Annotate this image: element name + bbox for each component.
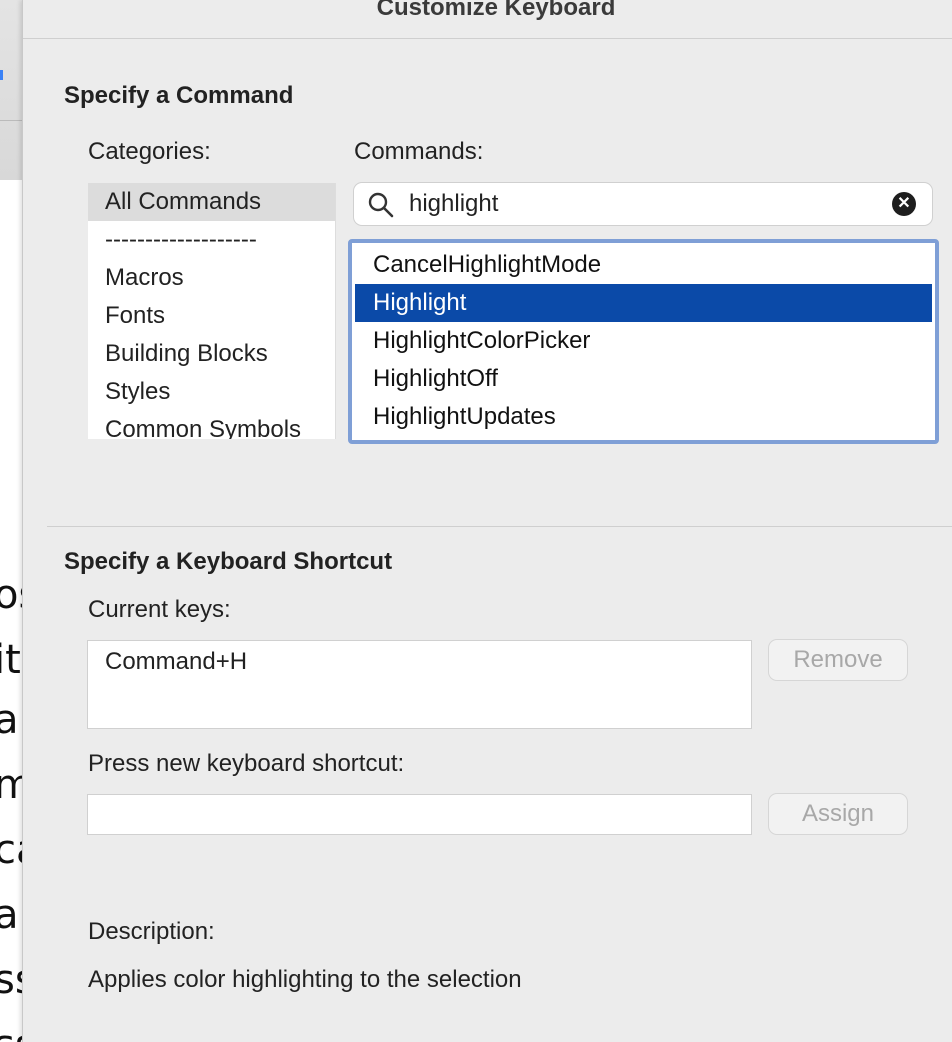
- command-item-selected[interactable]: Highlight: [355, 284, 932, 322]
- description-text: Applies color highlighting to the select…: [88, 966, 522, 993]
- categories-label: Categories:: [88, 138, 211, 165]
- doc-text-fragment: a: [0, 892, 19, 938]
- commands-list[interactable]: CancelHighlightMode Highlight HighlightC…: [348, 239, 939, 444]
- doc-text-fragment: m: [0, 762, 22, 808]
- doc-text-fragment: a: [0, 697, 19, 743]
- magnifier-icon: [368, 192, 394, 218]
- current-keys-label: Current keys:: [88, 596, 231, 623]
- command-item[interactable]: CancelHighlightMode: [355, 246, 932, 284]
- doc-text-fragment: ss: [0, 1025, 22, 1042]
- command-item[interactable]: HighlightOff: [355, 360, 932, 398]
- title-divider: [23, 38, 952, 39]
- commands-label: Commands:: [354, 138, 484, 165]
- doc-text-fragment: os: [0, 572, 22, 618]
- categories-list[interactable]: All Commands ------------------- Macros …: [88, 183, 336, 439]
- new-shortcut-input[interactable]: [88, 795, 751, 834]
- command-section-heading: Specify a Command: [64, 82, 294, 109]
- category-item-all-commands[interactable]: All Commands: [88, 183, 335, 221]
- category-item-styles[interactable]: Styles: [88, 373, 335, 411]
- command-item[interactable]: HighlightColorPicker: [355, 322, 932, 360]
- command-search-field[interactable]: highlight ✕: [354, 183, 932, 225]
- dialog-title: Customize Keyboard: [376, 0, 616, 21]
- background-document: os it a m ca a ss ss: [0, 0, 22, 1042]
- description-label: Description:: [88, 918, 215, 945]
- current-keys-list[interactable]: Command+H: [88, 641, 751, 728]
- category-item-common-symbols[interactable]: Common Symbols: [88, 411, 335, 439]
- category-item-building-blocks[interactable]: Building Blocks: [88, 335, 335, 373]
- doc-text-fragment: ca: [0, 827, 22, 873]
- doc-text-fragment: it: [0, 637, 21, 683]
- remove-button[interactable]: Remove: [769, 640, 907, 680]
- assign-button[interactable]: Assign: [769, 794, 907, 834]
- clear-icon[interactable]: ✕: [892, 192, 916, 216]
- toolbar-icon: [0, 70, 3, 80]
- category-item-fonts[interactable]: Fonts: [88, 297, 335, 335]
- category-separator: -------------------: [105, 226, 257, 253]
- background-toolbar: [0, 0, 22, 180]
- command-item[interactable]: HighlightUpdates: [355, 398, 932, 436]
- doc-text-fragment: ss: [0, 957, 22, 1003]
- shortcut-section-heading: Specify a Keyboard Shortcut: [64, 548, 393, 575]
- command-search-input[interactable]: highlight: [409, 190, 498, 218]
- customize-keyboard-dialog: Customize Keyboard Specify a Command Cat…: [22, 0, 952, 1042]
- current-key-item[interactable]: Command+H: [88, 641, 751, 683]
- new-shortcut-label: Press new keyboard shortcut:: [88, 750, 405, 777]
- section-divider: [47, 526, 952, 527]
- category-item-macros[interactable]: Macros: [88, 259, 335, 297]
